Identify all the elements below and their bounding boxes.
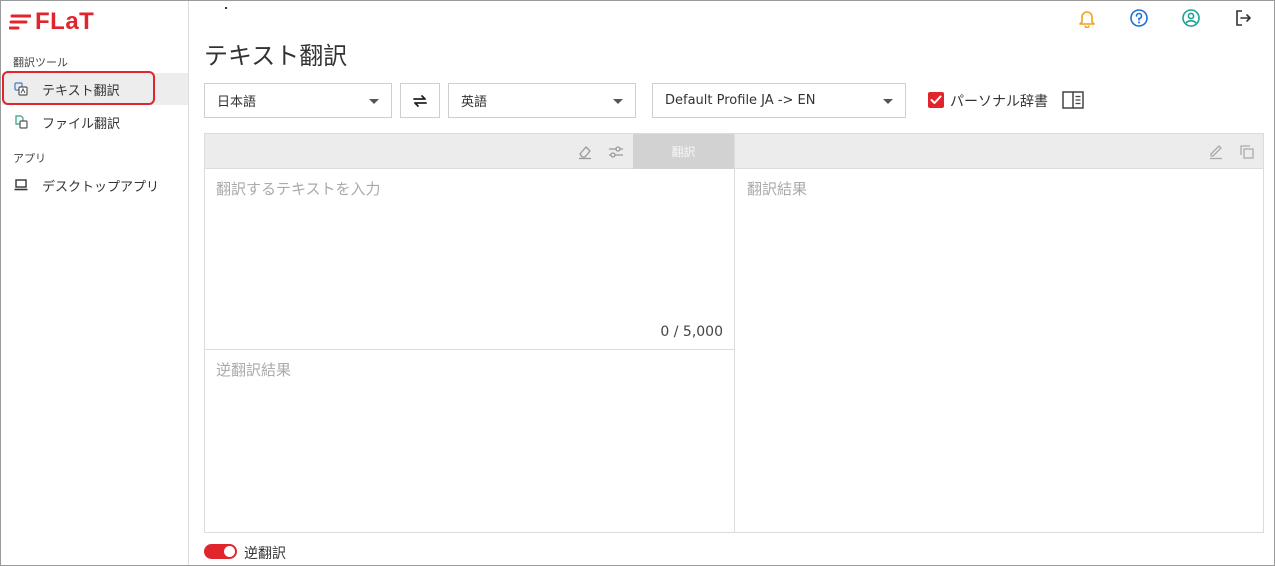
back-translation-toggle-label: 逆翻訳	[244, 546, 286, 562]
back-translation-output: 逆翻訳結果	[205, 350, 734, 532]
sidebar-heading-apps: アプリ	[13, 152, 46, 165]
chevron-down-icon	[883, 99, 893, 104]
logo-text: FLaT	[35, 8, 95, 35]
target-language-value: 英語	[461, 95, 488, 110]
laptop-icon	[14, 178, 28, 192]
back-translation-placeholder: 逆翻訳結果	[216, 361, 292, 379]
source-toolbar: 翻訳	[205, 134, 734, 169]
personal-dictionary-checkbox[interactable]	[928, 92, 944, 108]
profile-value: Default Profile JA -> EN	[665, 93, 816, 108]
translation-panels: 翻訳 翻訳するテキストを入力 0 / 5,000 逆翻訳結果 翻訳結果	[204, 133, 1264, 533]
char-counter: 0 / 5,000	[660, 324, 723, 340]
sidebar-item-file-translate[interactable]: ファイル翻訳	[2, 106, 188, 138]
header-actions	[1073, 4, 1257, 32]
result-placeholder: 翻訳結果	[747, 180, 808, 198]
translate-button[interactable]: 翻訳	[633, 134, 734, 169]
swap-languages-button[interactable]	[400, 83, 440, 118]
back-translation-toggle[interactable]	[204, 544, 237, 559]
swap-icon	[413, 94, 427, 107]
chevron-down-icon	[369, 99, 379, 104]
settings-sliders-icon[interactable]	[607, 143, 625, 161]
source-language-select[interactable]: 日本語	[204, 83, 392, 118]
sidebar: FLaT 翻訳ツール テキスト翻訳 ファイル翻訳 アプリ デスクトップアプリ	[1, 1, 189, 565]
logo: FLaT	[9, 8, 95, 35]
copy-icon[interactable]	[1238, 143, 1256, 161]
sidebar-item-label: テキスト翻訳	[42, 83, 120, 99]
personal-dictionary-label: パーソナル辞書	[950, 94, 1048, 110]
chevron-down-icon	[613, 99, 623, 104]
eraser-icon[interactable]	[576, 143, 594, 161]
toggle-knob	[224, 546, 235, 557]
sidebar-item-text-translate[interactable]: テキスト翻訳	[2, 73, 188, 105]
stray-dot	[225, 7, 227, 9]
bell-icon[interactable]	[1073, 4, 1101, 32]
sidebar-item-label: デスクトップアプリ	[42, 179, 160, 195]
sidebar-heading-tools: 翻訳ツール	[13, 56, 68, 69]
logout-icon[interactable]	[1229, 4, 1257, 32]
result-toolbar	[734, 134, 1263, 169]
edit-icon[interactable]	[1207, 143, 1225, 161]
source-placeholder: 翻訳するテキストを入力	[216, 180, 381, 198]
source-text-input[interactable]: 翻訳するテキストを入力 0 / 5,000	[205, 169, 734, 350]
translation-result-output[interactable]: 翻訳結果	[734, 169, 1263, 532]
account-icon[interactable]	[1177, 4, 1205, 32]
source-language-value: 日本語	[217, 95, 257, 110]
sidebar-item-desktop-app[interactable]: デスクトップアプリ	[2, 169, 188, 201]
file-translate-icon	[14, 115, 28, 129]
target-language-select[interactable]: 英語	[448, 83, 636, 118]
sidebar-item-label: ファイル翻訳	[42, 116, 121, 132]
check-icon	[930, 95, 942, 104]
text-translate-icon	[14, 82, 28, 96]
dictionary-panel-icon[interactable]	[1062, 91, 1084, 113]
page-title: テキスト翻訳	[204, 42, 348, 70]
profile-select[interactable]: Default Profile JA -> EN	[652, 83, 906, 118]
help-icon[interactable]	[1125, 4, 1153, 32]
flat-logo-mark-icon	[9, 14, 31, 30]
